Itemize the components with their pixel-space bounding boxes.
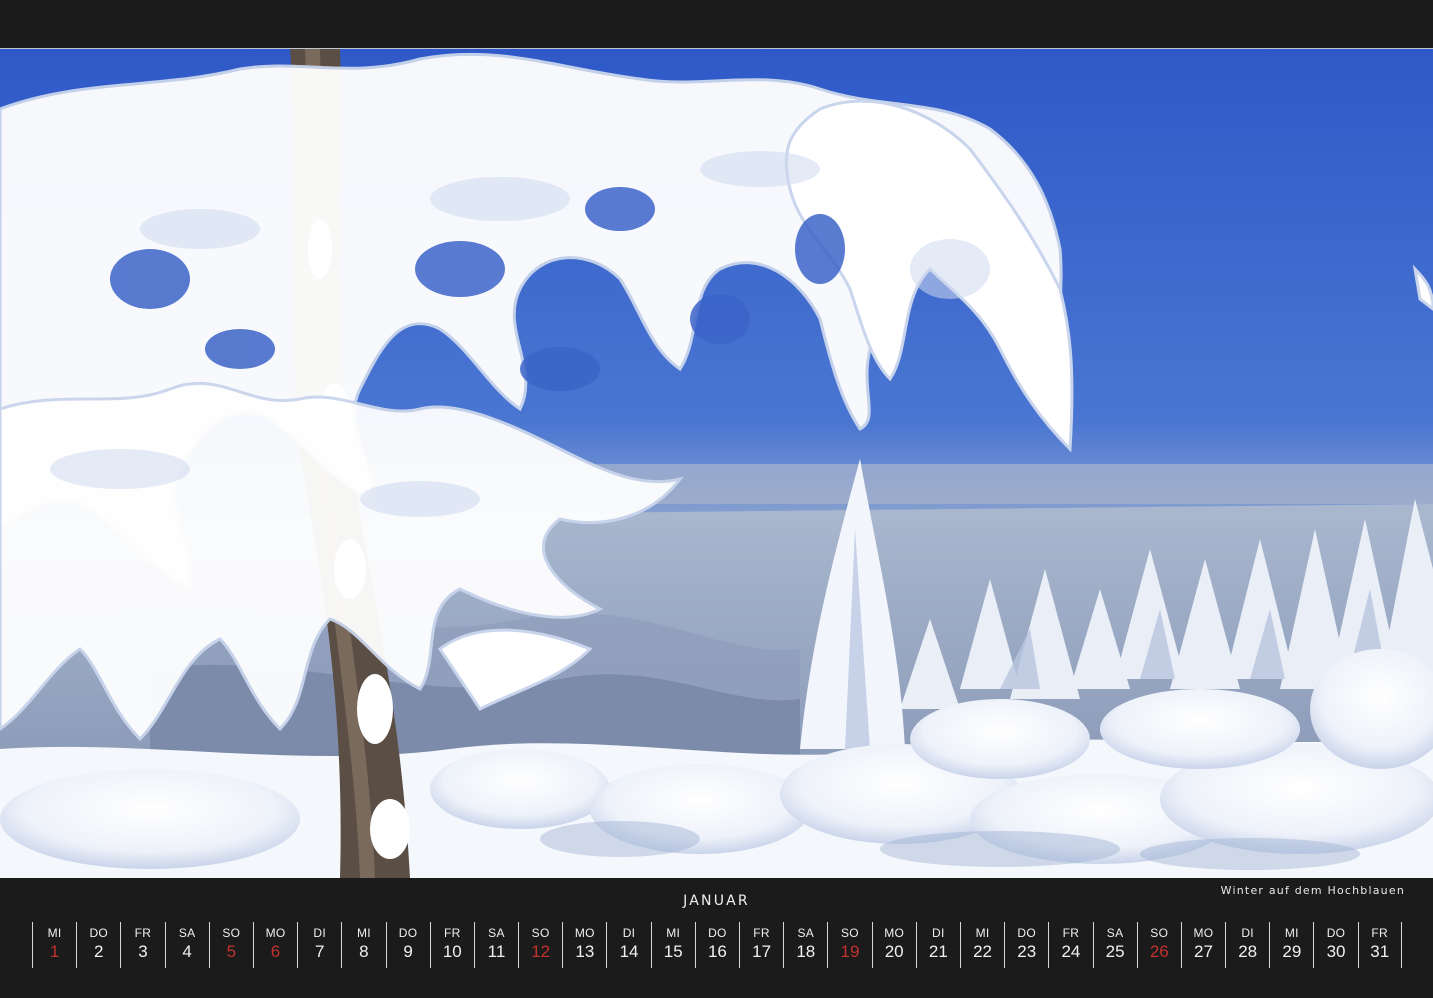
day-number: 29	[1282, 942, 1302, 961]
day-number: 21	[928, 942, 948, 961]
day-cell: DO 16	[694, 922, 739, 968]
weekday-label: MI	[975, 926, 990, 940]
day-number: 15	[663, 942, 683, 961]
day-number: 3	[138, 942, 148, 961]
day-cell: MO 20	[871, 922, 916, 968]
weekday-label: SO	[840, 926, 859, 940]
day-number: 26	[1149, 942, 1169, 961]
winter-landscape-photo	[0, 48, 1433, 878]
day-cell: DO 23	[1004, 922, 1048, 968]
weekday-label: SO	[222, 926, 241, 940]
day-number: 31	[1370, 942, 1390, 961]
day-cell: FR 31	[1357, 922, 1402, 968]
weekday-label: SA	[1106, 926, 1124, 940]
weekday-label: DO	[1017, 926, 1037, 940]
day-cell: FR 17	[739, 922, 783, 968]
day-number: 25	[1105, 942, 1125, 961]
day-number: 2	[94, 942, 104, 961]
day-cell: DI 21	[915, 922, 960, 968]
weekday-label: MI	[666, 926, 681, 940]
day-number: 18	[796, 942, 816, 961]
day-cell: SO 19	[827, 922, 871, 968]
top-border	[0, 0, 1433, 48]
day-cell: MI 15	[650, 922, 695, 968]
weekday-label: SA	[178, 926, 196, 940]
day-number: 12	[531, 942, 551, 961]
day-number: 19	[840, 942, 860, 961]
weekday-label: FR	[1062, 926, 1080, 940]
day-cell: FR 24	[1048, 922, 1092, 968]
weekday-label: FR	[134, 926, 152, 940]
day-cell: SA 11	[473, 922, 518, 968]
day-number: 4	[182, 942, 192, 961]
day-cell: SO 12	[518, 922, 562, 968]
day-number: 13	[575, 942, 595, 961]
day-cell: FR 3	[120, 922, 164, 968]
weekday-label: MO	[574, 926, 595, 940]
day-number: 22	[973, 942, 992, 961]
weekday-label: MI	[1284, 926, 1299, 940]
day-number: 14	[619, 942, 639, 961]
day-cell: SA 18	[783, 922, 827, 968]
weekday-label: FR	[443, 926, 461, 940]
day-cell: DI 14	[606, 922, 650, 968]
day-number: 11	[487, 942, 506, 961]
day-cell: MI 22	[959, 922, 1004, 968]
day-cell: MI 8	[341, 922, 385, 968]
day-number: 17	[752, 942, 772, 961]
weekday-label: DI	[313, 926, 327, 940]
day-cell: DI 7	[297, 922, 341, 968]
day-cell: FR 10	[429, 922, 474, 968]
day-cell: SO 5	[208, 922, 253, 968]
day-cell: SO 26	[1136, 922, 1181, 968]
weekday-label: DI	[932, 926, 945, 940]
day-number: 6	[270, 942, 281, 961]
day-cell: DI 28	[1225, 922, 1269, 968]
weekday-label: DI	[622, 926, 636, 940]
day-number: 27	[1194, 942, 1213, 961]
day-cell: MO 13	[562, 922, 606, 968]
day-number: 24	[1061, 942, 1081, 961]
day-number: 1	[49, 942, 60, 961]
day-number: 8	[359, 942, 369, 961]
month-title: JANUAR	[683, 893, 750, 909]
weekday-label: SO	[531, 926, 550, 940]
weekday-label: DO	[89, 926, 109, 940]
day-cell: DO 9	[385, 922, 430, 968]
weekday-label: FR	[1371, 926, 1389, 940]
day-cell: MO 27	[1180, 922, 1225, 968]
calendar-page: Winter auf dem Hochblauen JANUAR MI 1 DO 2 F…	[0, 0, 1433, 998]
day-cell: MI 29	[1269, 922, 1313, 968]
day-number: 30	[1326, 942, 1346, 961]
day-number: 10	[442, 942, 462, 961]
day-number: 7	[314, 942, 325, 961]
day-number: 20	[884, 942, 904, 961]
day-number: 16	[707, 942, 727, 961]
day-cell: SA 25	[1092, 922, 1137, 968]
weekday-label: DO	[708, 926, 727, 940]
weekday-label: MO	[1193, 926, 1214, 940]
weekday-label: MO	[884, 926, 905, 940]
weekday-label: SA	[797, 926, 815, 940]
weekday-label: DO	[398, 926, 418, 940]
weekday-label: DO	[1326, 926, 1346, 940]
day-strip: MI 1 DO 2 FR 3 SA 4 SO 5 MO 6 DI 7 MI 8 DO 9 FR 10 SA 11 SO 12 M…	[32, 922, 1402, 968]
weekday-label: MO	[265, 926, 286, 940]
day-number: 5	[226, 942, 237, 961]
weekday-label: DI	[1241, 926, 1254, 940]
weekday-label: FR	[753, 926, 770, 940]
day-number: 9	[403, 942, 413, 961]
day-number: 28	[1238, 942, 1258, 961]
weekday-label: SO	[1150, 926, 1169, 940]
weekday-label: SA	[488, 926, 505, 940]
day-cell: MO 6	[252, 922, 297, 968]
weekday-label: MI	[47, 926, 62, 940]
day-cell: SA 4	[164, 922, 209, 968]
day-cell: MI 1	[32, 922, 76, 968]
day-cell: DO 2	[76, 922, 120, 968]
day-number: 23	[1017, 942, 1037, 961]
day-cell: DO 30	[1313, 922, 1357, 968]
weekday-label: MI	[356, 926, 371, 940]
